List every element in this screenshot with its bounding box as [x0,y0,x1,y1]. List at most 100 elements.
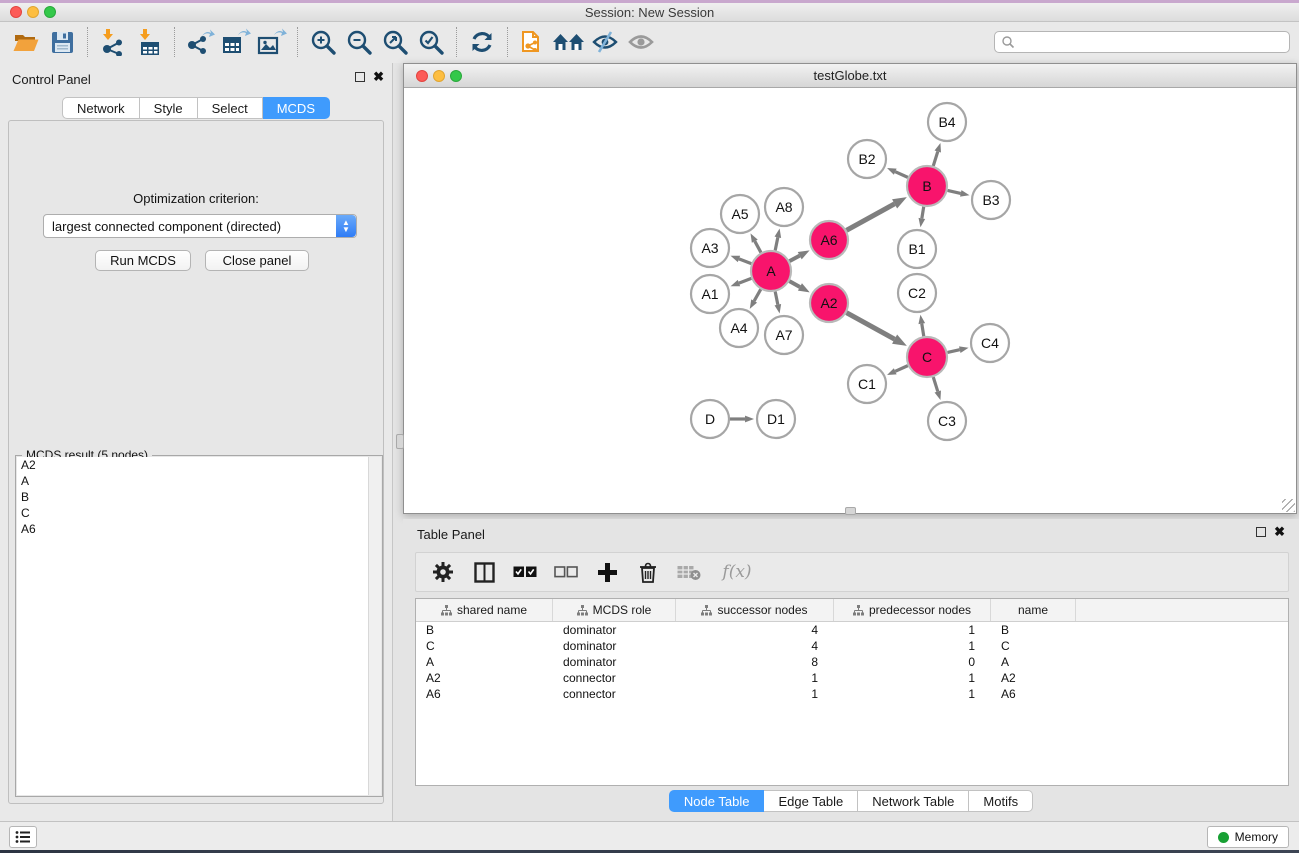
export-network-icon [185,28,215,56]
tab-edge-table[interactable]: Edge Table [764,790,858,812]
column-header-name[interactable]: name [991,599,1076,621]
network-canvas[interactable]: AA1A2A3A4A5A6A7A8BB1B2B3B4CC1C2C3C4DD1 [404,88,1296,513]
node-table: shared nameMCDS rolesuccessor nodes prede… [415,598,1289,786]
arrowhead-icon [775,304,782,313]
column-header-successor-nodes[interactable]: successor nodes [676,599,834,621]
edge-A-A6[interactable] [790,256,800,261]
import-network-icon [98,28,128,56]
node-label-B2: B2 [858,151,875,167]
edge-C-C4[interactable] [947,350,959,353]
edge-A-A4[interactable] [754,289,761,301]
table-cell: B [416,622,553,638]
table-options-button[interactable] [428,557,458,587]
table-row[interactable]: Cdominator41C [416,638,1288,654]
edge-B-B2[interactable] [895,172,908,178]
column-header-shared-name[interactable]: shared name [416,599,553,621]
tab-network-table[interactable]: Network Table [858,790,969,812]
toolbar-separator [297,27,298,57]
unselect-all-columns-button[interactable] [551,557,581,587]
criterion-dropdown[interactable]: largest connected component (directed) ▲… [43,214,357,238]
edge-B-B1[interactable] [922,207,924,219]
zoom-out-icon [346,29,373,56]
memory-button[interactable]: Memory [1207,826,1289,848]
table-row[interactable]: A6connector11A6 [416,686,1288,702]
tab-style[interactable]: Style [140,97,198,119]
edge-A2-C[interactable] [847,313,895,339]
export-image-button[interactable] [254,25,290,59]
dropdown-stepper-icon: ▲▼ [336,215,356,237]
home-button[interactable] [551,25,587,59]
list-icon [15,830,31,844]
tab-network[interactable]: Network [62,97,140,119]
show-panel-button[interactable] [623,25,659,59]
table-cell: B [991,622,1076,638]
table-row[interactable]: A2connector11A2 [416,670,1288,686]
edge-A-A2[interactable] [789,281,800,287]
save-session-button[interactable] [44,25,80,59]
result-item[interactable]: A6 [17,521,381,537]
new-session-button[interactable] [515,25,551,59]
result-item[interactable]: A2 [17,457,381,473]
result-item[interactable]: B [17,489,381,505]
table-cell: 1 [834,686,991,702]
edge-B-B4[interactable] [933,152,938,166]
search-input[interactable] [1015,35,1283,49]
unchecked-boxes-icon [554,566,578,578]
close-panel-button[interactable]: Close panel [205,250,309,271]
export-table-button[interactable] [218,25,254,59]
edge-A-A7[interactable] [775,292,778,305]
zoom-in-button[interactable] [305,25,341,59]
tab-motifs[interactable]: Motifs [969,790,1033,812]
hide-panel-button[interactable] [587,25,623,59]
edge-A-A8[interactable] [775,237,778,250]
table-row[interactable]: Bdominator41B [416,622,1288,638]
show-column-button[interactable] [469,557,499,587]
edge-C-C2[interactable] [922,324,924,337]
edge-C-C3[interactable] [933,377,938,391]
zoom-out-button[interactable] [341,25,377,59]
run-mcds-button[interactable]: Run MCDS [95,250,191,271]
node-label-A1: A1 [701,286,718,302]
table-row[interactable]: Adominator80A [416,654,1288,670]
zoom-selected-button[interactable] [413,25,449,59]
function-builder-button[interactable]: f(x) [715,557,759,587]
edge-A-A3[interactable] [739,259,751,264]
edge-A-A5[interactable] [755,241,761,252]
node-label-C2: C2 [908,285,926,301]
column-header-label: predecessor nodes [869,603,971,617]
tab-mcds[interactable]: MCDS [263,97,330,119]
window-resize-grip[interactable] [1282,499,1295,512]
select-all-columns-button[interactable] [510,557,540,587]
vertical-divider-handle[interactable] [396,434,404,449]
close-table-panel-icon[interactable]: ✖ [1274,527,1285,537]
optimization-criterion-label: Optimization criterion: [9,191,383,206]
delete-table-button[interactable] [674,557,704,587]
create-column-button[interactable] [592,557,622,587]
edge-C-C1[interactable] [895,366,908,372]
edge-A-A1[interactable] [739,278,751,283]
tab-select[interactable]: Select [198,97,263,119]
import-network-button[interactable] [95,25,131,59]
table-cell: dominator [553,622,676,638]
open-session-button[interactable] [8,25,44,59]
float-table-panel-icon[interactable] [1256,527,1266,537]
edge-A6-B[interactable] [847,204,895,230]
tab-node-table[interactable]: Node Table [669,790,765,812]
column-header-predecessor-nodes[interactable]: predecessor nodes [834,599,991,621]
zoom-fit-button[interactable] [377,25,413,59]
close-panel-icon[interactable]: ✖ [373,72,384,82]
result-item[interactable]: C [17,505,381,521]
float-panel-icon[interactable] [355,72,365,82]
refresh-layout-button[interactable] [464,25,500,59]
horizontal-divider-handle[interactable] [845,507,856,515]
task-history-button[interactable] [9,826,37,848]
import-table-button[interactable] [131,25,167,59]
edge-B-B3[interactable] [948,190,961,193]
arrowhead-icon [887,168,897,175]
result-item[interactable]: A [17,473,381,489]
delete-columns-button[interactable] [633,557,663,587]
result-scrollbar[interactable] [368,457,381,795]
export-network-button[interactable] [182,25,218,59]
column-header-MCDS-role[interactable]: MCDS role [553,599,676,621]
plus-icon [598,563,617,582]
